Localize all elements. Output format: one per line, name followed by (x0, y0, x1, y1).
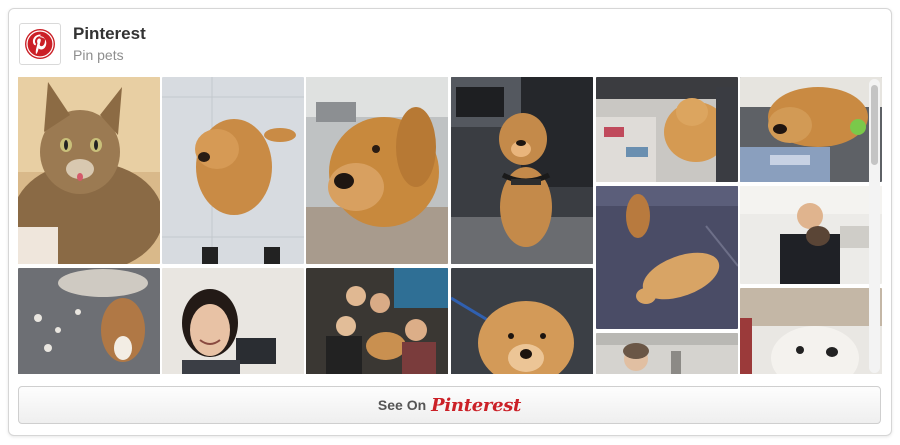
pin-grid-scrollbar[interactable] (869, 79, 880, 373)
pin-image-smiling-woman[interactable] (162, 268, 304, 374)
pin-image-tabby-cat[interactable] (18, 77, 160, 264)
pin-image-golden-retriever-floor[interactable] (162, 77, 304, 264)
pinterest-wordmark: Pinterest (431, 394, 522, 416)
pin-image-dogs-on-floor[interactable] (596, 186, 738, 329)
pin-grid (18, 77, 882, 374)
pin-image-golden-retriever-closeup[interactable] (306, 77, 448, 264)
board-header: Pinterest Pin pets (19, 21, 146, 67)
see-on-label: See On (377, 397, 427, 413)
board-owner-title[interactable]: Pinterest (73, 24, 146, 44)
pin-image-group-with-dog[interactable] (306, 268, 448, 374)
pin-image-woman-in-office[interactable] (596, 333, 738, 374)
pin-image-man-holding-dog[interactable] (740, 186, 882, 284)
pinterest-board-widget: Pinterest Pin pets See On Pinterest (8, 8, 892, 436)
board-name-subtitle[interactable]: Pin pets (73, 45, 146, 65)
scrollbar-thumb[interactable] (871, 85, 878, 165)
pin-image-dog-with-harness[interactable] (451, 77, 593, 264)
board-title-block: Pinterest Pin pets (73, 24, 146, 65)
pin-image-white-dog-closeup[interactable] (740, 288, 882, 374)
pin-image-dog-resting-on-blanket[interactable] (740, 77, 882, 182)
pin-image-puppy-closeup[interactable] (451, 268, 593, 374)
pinterest-logo-icon[interactable] (19, 23, 61, 65)
see-on-pinterest-button[interactable]: See On Pinterest (18, 386, 881, 424)
pin-image-dog-lying-at-desk[interactable] (596, 77, 738, 182)
pin-image-dog-on-carpet[interactable] (18, 268, 160, 374)
